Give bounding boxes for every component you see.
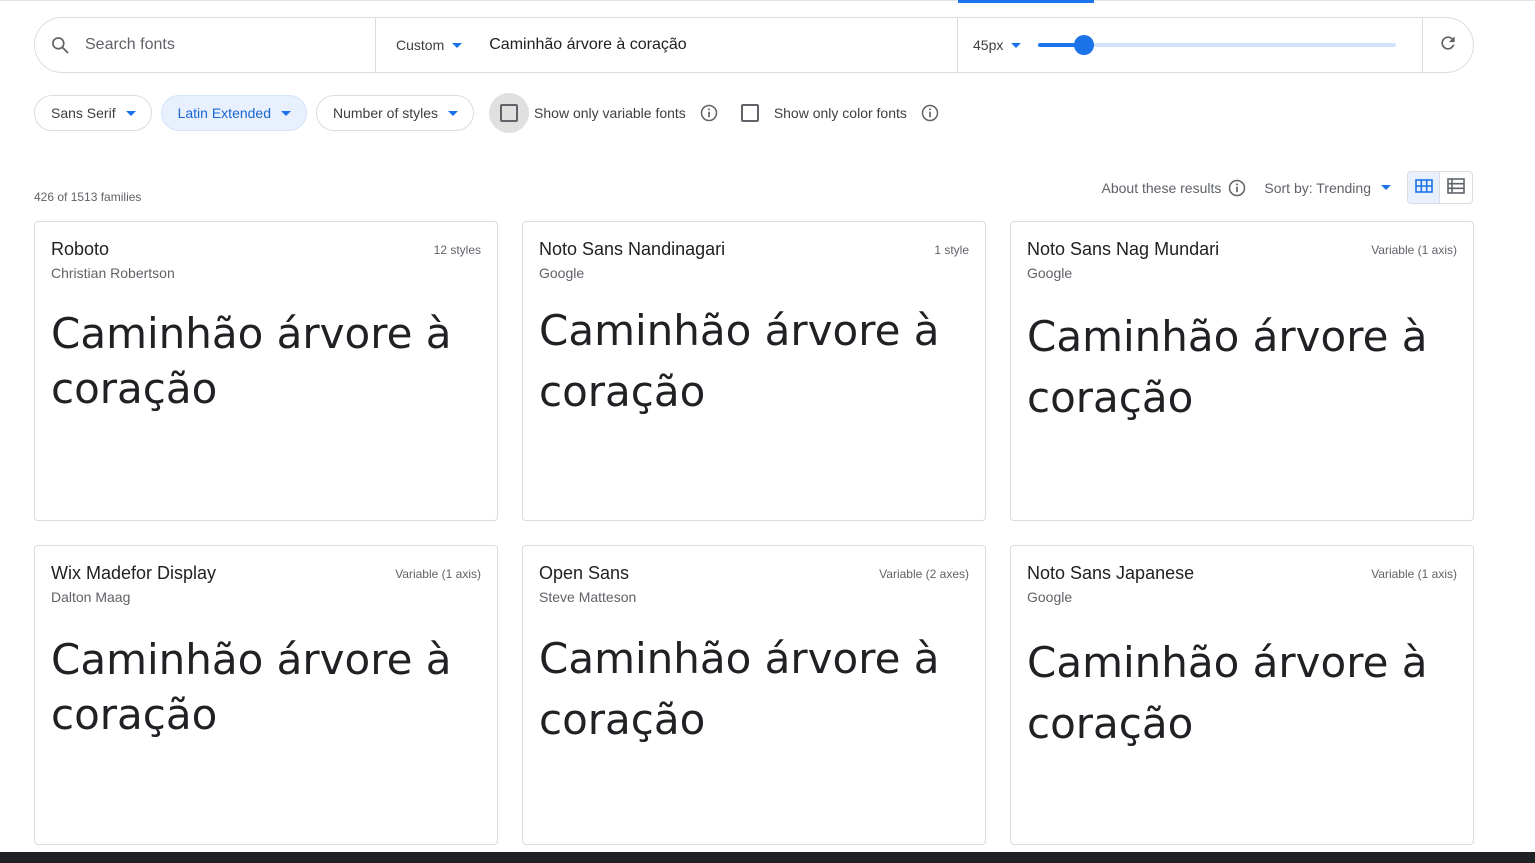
font-name: Open Sans	[539, 563, 630, 583]
styles-filter-label: Number of styles	[333, 105, 439, 121]
variable-fonts-toggle: Show only variable fonts	[489, 93, 719, 133]
font-designer: Google	[1027, 589, 1073, 605]
preview-text-input[interactable]: Caminhão árvore à coração	[489, 36, 686, 54]
search-section	[35, 18, 376, 72]
list-view-icon	[1447, 177, 1465, 198]
font-designer: Google	[1027, 265, 1073, 281]
font-size-dropdown[interactable]: 45px	[973, 37, 1022, 53]
slider-thumb[interactable]	[1073, 35, 1094, 55]
sort-dropdown[interactable]: Sort by: Trending	[1264, 180, 1391, 196]
category-filter-label: Sans Serif	[51, 105, 116, 121]
search-icon	[49, 34, 71, 56]
font-grid: Roboto 12 styles Christian Robertson Cam…	[34, 221, 1474, 845]
info-icon[interactable]	[920, 103, 940, 123]
font-sample: Caminhão árvore à coração	[539, 306, 940, 416]
color-fonts-toggle: Show only color fonts	[740, 103, 940, 123]
font-designer: Dalton Maag	[51, 589, 131, 605]
os-taskbar	[0, 852, 1535, 863]
language-filter-label: Latin Extended	[177, 105, 271, 121]
preview-mode-dropdown[interactable]: Custom	[396, 37, 463, 53]
variable-fonts-checkbox[interactable]	[500, 104, 519, 122]
reset-button[interactable]	[1423, 18, 1473, 72]
font-designer: Christian Robertson	[51, 265, 175, 281]
font-styles: Variable (2 axes)	[879, 567, 969, 581]
font-sample: Caminhão árvore à coração	[539, 634, 940, 744]
color-fonts-checkbox[interactable]	[740, 104, 759, 122]
info-icon[interactable]	[699, 103, 719, 123]
category-filter[interactable]: Sans Serif	[34, 95, 152, 131]
font-card[interactable]: Noto Sans Nag Mundari Variable (1 axis) …	[1010, 221, 1474, 521]
sort-label: Sort by: Trending	[1264, 179, 1371, 196]
grid-view-button[interactable]	[1408, 172, 1440, 203]
top-divider	[0, 0, 1535, 1]
font-styles: 12 styles	[433, 243, 481, 257]
about-results-label: About these results	[1101, 179, 1222, 196]
font-size-label: 45px	[973, 37, 1004, 53]
font-card[interactable]: Roboto 12 styles Christian Robertson Cam…	[34, 221, 498, 521]
font-sample: Caminhão árvore à coração	[1027, 312, 1428, 422]
font-name: Roboto	[51, 239, 110, 259]
font-card[interactable]: Wix Madefor Display Variable (1 axis) Da…	[34, 545, 498, 845]
font-sample: Caminhão árvore à coração	[51, 635, 452, 739]
font-name: Noto Sans Nag Mundari	[1027, 239, 1220, 259]
font-name: Noto Sans Nandinagari	[539, 239, 726, 259]
language-filter[interactable]: Latin Extended	[160, 95, 307, 131]
font-styles: 1 style	[934, 243, 969, 257]
list-view-button[interactable]	[1440, 172, 1472, 203]
chevron-down-icon	[125, 110, 136, 116]
preview-text-section: Custom Caminhão árvore à coração	[376, 18, 958, 72]
font-name: Noto Sans Japanese	[1027, 563, 1195, 583]
font-card[interactable]: Open Sans Variable (2 axes) Steve Mattes…	[522, 545, 986, 845]
variable-fonts-label[interactable]: Show only variable fonts	[534, 105, 686, 121]
search-toolbar: Custom Caminhão árvore à coração 45px	[34, 17, 1474, 73]
chevron-down-icon	[1381, 185, 1391, 190]
view-toggle	[1407, 171, 1473, 204]
font-designer: Google	[539, 265, 585, 281]
chevron-down-icon	[1011, 42, 1022, 48]
font-name: Wix Madefor Display	[51, 563, 217, 583]
refresh-icon	[1438, 33, 1458, 58]
filter-bar: Sans Serif Latin Extended Number of styl…	[34, 93, 940, 133]
chevron-down-icon	[452, 42, 463, 48]
info-icon	[1227, 178, 1247, 198]
grid-view-icon	[1414, 177, 1433, 198]
results-controls: About these results Sort by: Trending	[1102, 171, 1473, 204]
preview-mode-label: Custom	[396, 37, 445, 53]
font-size-slider[interactable]	[1038, 35, 1397, 55]
font-designer: Steve Matteson	[539, 589, 637, 605]
font-size-section: 45px	[958, 18, 1423, 72]
active-tab-indicator	[958, 0, 1094, 3]
font-styles: Variable (1 axis)	[395, 567, 481, 581]
font-styles: Variable (1 axis)	[1371, 567, 1457, 581]
chevron-down-icon	[281, 110, 291, 116]
font-card[interactable]: Noto Sans Nandinagari 1 style Google Cam…	[522, 221, 986, 521]
search-input[interactable]	[85, 36, 335, 54]
font-styles: Variable (1 axis)	[1371, 243, 1457, 257]
results-count: 426 of 1513 families	[34, 190, 142, 204]
font-card[interactable]: Noto Sans Japanese Variable (1 axis) Goo…	[1010, 545, 1474, 845]
chevron-down-icon	[448, 110, 459, 116]
variable-fonts-checkbox-wrap[interactable]	[489, 93, 530, 133]
styles-filter[interactable]: Number of styles	[316, 95, 475, 131]
about-results[interactable]: About these results	[1102, 178, 1248, 198]
color-fonts-label[interactable]: Show only color fonts	[774, 105, 907, 121]
font-sample: Caminhão árvore à coração	[1027, 638, 1428, 748]
font-sample: Caminhão árvore à coração	[51, 309, 452, 413]
